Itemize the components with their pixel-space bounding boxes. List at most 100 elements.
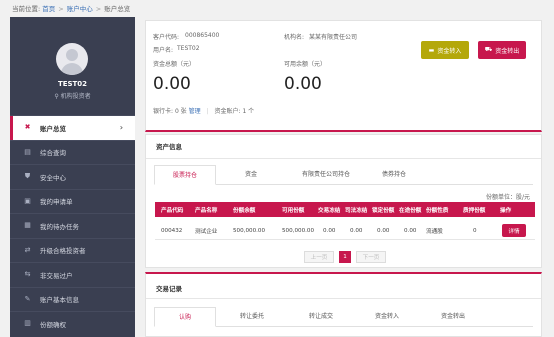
tab-llc-holdings[interactable]: 有限责任公司持仓 xyxy=(286,165,366,185)
user-icon: ⚲ xyxy=(54,93,59,100)
column-header: 锁定份额 xyxy=(372,207,395,214)
tab-transfer-deal[interactable]: 转让成交 xyxy=(288,307,354,327)
document-icon: ▥ xyxy=(24,319,31,328)
column-header: 在途份额 xyxy=(399,207,422,214)
share-unit-label: 份额单位：股/元 xyxy=(485,194,530,201)
available-balance-label: 可用余额（元） xyxy=(284,61,327,68)
table-cell: 0.00 xyxy=(323,227,336,234)
user-name: TEST02 xyxy=(57,80,88,88)
deposit-button-label: 资金转入 xyxy=(437,47,462,55)
breadcrumb-account-center[interactable]: 账户中心 xyxy=(67,5,93,13)
section-title: 资产信息 xyxy=(156,143,182,151)
breadcrumb-current: 账户总览 xyxy=(104,5,131,13)
breadcrumb-home[interactable]: 首页 xyxy=(42,5,55,13)
sidebar-item-account-overview[interactable]: ✖ 账户总览 › xyxy=(10,115,135,140)
bank-card-label: 银行卡: xyxy=(153,108,174,115)
tab-fund-out[interactable]: 资金转出 xyxy=(420,307,486,327)
sidebar-item-label: 安全中心 xyxy=(40,173,66,182)
table-cell: 500,000.00 xyxy=(233,227,266,234)
sidebar-item-transfer[interactable]: ⇆ 非交易过户 xyxy=(10,262,135,287)
breadcrumb-prefix: 当前位置: xyxy=(12,5,41,13)
tab-stock-holdings[interactable]: 股票持仓 xyxy=(154,165,216,185)
bank-card-count: 0 张 xyxy=(174,108,187,115)
fund-account-label: 资金账户: xyxy=(214,108,241,115)
column-header: 操作 xyxy=(500,207,512,214)
deposit-button[interactable]: ▬ 资金转入 xyxy=(421,41,469,59)
manage-link[interactable]: 管理 xyxy=(189,108,201,115)
sidebar-item-label: 综合查询 xyxy=(40,149,66,158)
sidebar-item-upgrade[interactable]: ⇄ 升级合格投资者 xyxy=(10,237,135,263)
table-cell: 000432 xyxy=(161,227,183,234)
sidebar-item-label: 份额确权 xyxy=(40,320,66,329)
customer-code-value: 000865400 xyxy=(185,32,220,39)
avatar xyxy=(56,43,88,75)
detail-button[interactable]: 详情 xyxy=(502,224,526,237)
column-header: 可用份额 xyxy=(282,207,305,214)
column-header: 产品代码 xyxy=(161,207,184,214)
sidebar-item-query[interactable]: ▤ 综合查询 xyxy=(10,139,135,165)
task-icon: ▦ xyxy=(24,221,31,230)
tab-fund-in[interactable]: 资金转入 xyxy=(354,307,420,327)
tab-subscription[interactable]: 认购 xyxy=(154,307,216,327)
divider xyxy=(146,158,541,159)
column-header: 交易冻结 xyxy=(318,207,341,214)
sidebar-menu: ✖ 账户总览 › ▤ 综合查询 ⛊ 安全中心 ▣ 我的申请单 ▦ 我的待办任务 ⇄ 升级合格投… xyxy=(10,115,135,336)
tab-bond-holdings[interactable]: 债券持仓 xyxy=(366,165,422,185)
sidebar-item-label: 我的申请单 xyxy=(40,198,73,207)
edit-icon: ✎ xyxy=(24,294,31,303)
asset-tabs: 股票持仓 资金 有限责任公司持仓 债券持仓 xyxy=(154,165,533,185)
prev-page-button[interactable]: 上一页 xyxy=(304,251,334,263)
sidebar-item-label: 非交易过户 xyxy=(40,271,73,280)
username-label: 用户名: xyxy=(153,47,174,54)
tab-transfer-order[interactable]: 转让委托 xyxy=(216,307,288,327)
column-header: 份额余额 xyxy=(233,207,256,214)
customer-code-label: 客户代码: xyxy=(153,34,180,41)
fund-account-count: 1 个 xyxy=(242,108,255,115)
sidebar-item-account-info[interactable]: ✎ 账户基本信息 xyxy=(10,286,135,312)
sidebar-item-tasks[interactable]: ▦ 我的待办任务 xyxy=(10,213,135,238)
sidebar-item-label: 升级合格投资者 xyxy=(40,247,86,256)
sidebar-item-share-confirm[interactable]: ▥ 份额确权 xyxy=(10,311,135,336)
sidebar-item-security[interactable]: ⛊ 安全中心 xyxy=(10,164,135,189)
shield-icon: ⛊ xyxy=(24,172,31,181)
trade-records-card: 交易记录 认购 转让委托 转让成交 资金转入 资金转出 xyxy=(145,272,542,337)
table-cell: 测试企业 xyxy=(195,228,218,235)
account-summary-card: 客户代码: 000865400 机构名: 某某有限责任公司 用户名: TEST0… xyxy=(145,20,542,132)
sidebar-item-applications[interactable]: ▣ 我的申请单 xyxy=(10,188,135,214)
column-header: 质押份额 xyxy=(463,207,486,214)
breadcrumb-separator: > xyxy=(95,5,102,13)
query-icon: ▤ xyxy=(24,147,31,156)
column-header: 司法冻结 xyxy=(345,207,368,214)
table-cell: 流通股 xyxy=(426,228,443,235)
user-role: ⚲ 机构投资者 xyxy=(10,91,135,100)
upgrade-icon: ⇄ xyxy=(24,245,31,254)
table-cell: 0.00 xyxy=(350,227,363,234)
table-cell: 0.00 xyxy=(404,227,417,234)
sidebar: TEST02 ⚲ 机构投资者 ✖ 账户总览 › ▤ 综合查询 ⛊ 安全中心 ▣ 我的申请单… xyxy=(10,17,135,337)
available-balance-value: 0.00 xyxy=(284,74,322,94)
car-icon: ⛟ xyxy=(484,46,493,53)
user-profile: TEST02 ⚲ 机构投资者 xyxy=(10,17,135,115)
table-cell: 500,000.00 xyxy=(282,227,315,234)
sidebar-item-label: 我的待办任务 xyxy=(40,222,79,231)
breadcrumb-separator: > xyxy=(58,5,64,13)
tab-funds[interactable]: 资金 xyxy=(216,165,286,185)
column-header: 产品名称 xyxy=(195,207,218,214)
user-role-label: 机构投资者 xyxy=(60,93,91,100)
chevron-right-icon: › xyxy=(119,123,123,133)
account-overview-icon: ✖ xyxy=(24,123,31,132)
username-value: TEST02 xyxy=(177,45,200,52)
application-icon: ▣ xyxy=(24,196,31,205)
table-cell: 0 xyxy=(473,227,477,234)
withdraw-button-label: 资金转出 xyxy=(495,47,520,55)
withdraw-button[interactable]: ⛟ 资金转出 xyxy=(478,41,526,59)
sidebar-item-label: 账户基本信息 xyxy=(40,296,79,305)
current-page[interactable]: 1 xyxy=(339,251,351,263)
section-title: 交易记录 xyxy=(156,285,182,293)
asset-info-card: 资产信息 股票持仓 资金 有限责任公司持仓 债券持仓 份额单位：股/元 产品代码… xyxy=(145,134,542,268)
divider xyxy=(146,298,541,299)
bank-info: 银行卡: 0 张 管理 | 资金账户: 1 个 xyxy=(153,106,254,115)
pagination: 上一页 1 下一页 xyxy=(304,251,386,263)
table-row: 000432 测试企业 500,000.00 500,000.00 0.00 0… xyxy=(155,222,535,240)
next-page-button[interactable]: 下一页 xyxy=(356,251,386,263)
